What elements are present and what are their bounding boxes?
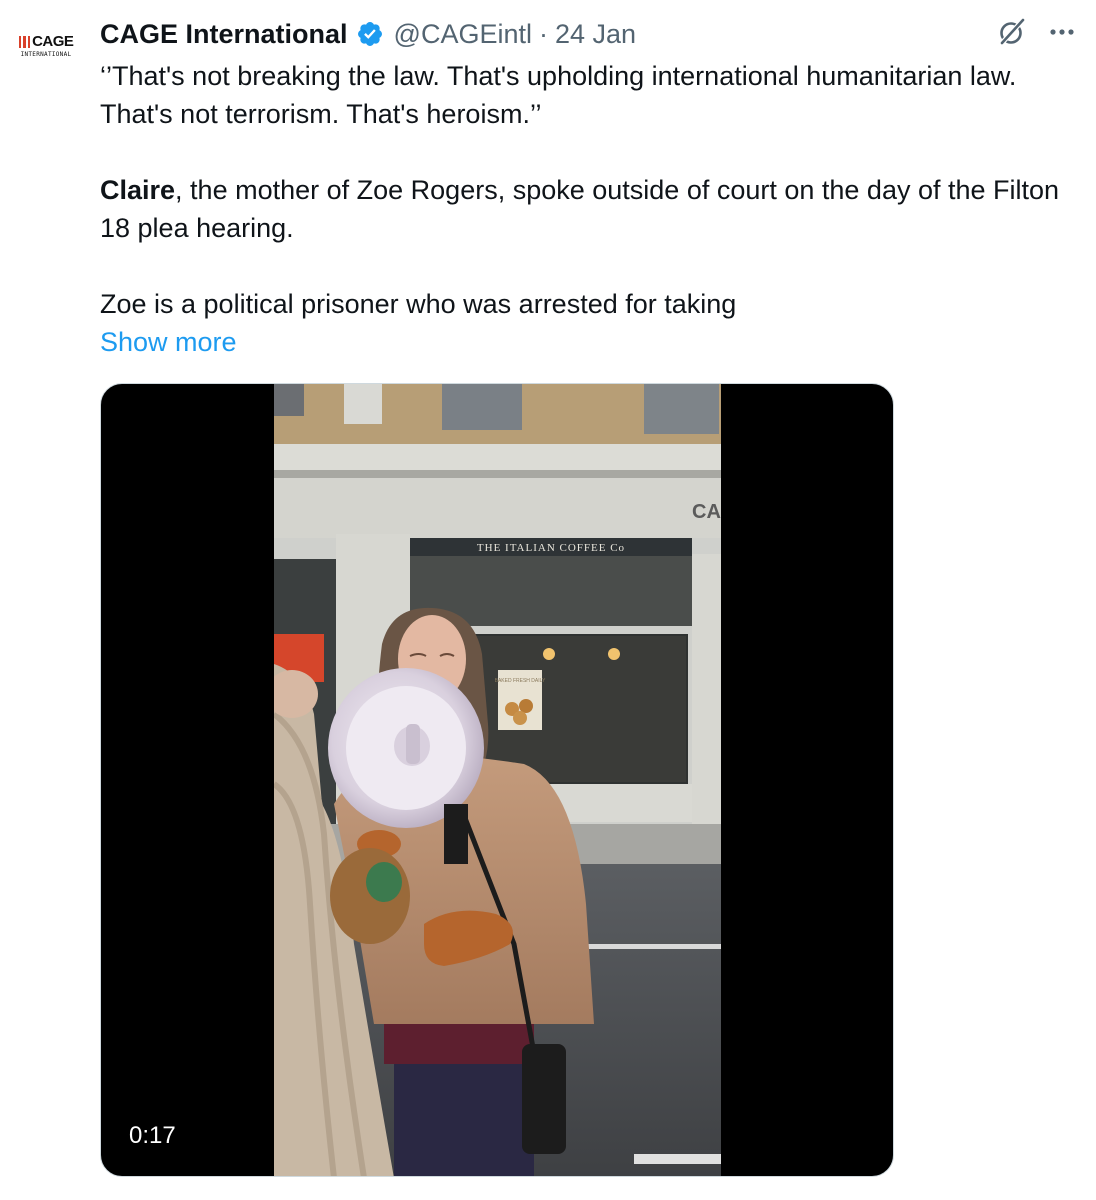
truncated-paragraph: Zoe is a political prisoner who was arre… (100, 289, 737, 319)
video-still: CA THE ITALIAN COFFEE Co BAKED FRESH DAI… (274, 384, 721, 1176)
video-duration: 0:17 (129, 1122, 176, 1149)
tweet-actions (996, 16, 1078, 48)
description-paragraph: Claire, the mother of Zoe Rogers, spoke … (100, 171, 1080, 247)
poster-text: BAKED FRESH DAILY (495, 678, 546, 684)
storefront-partial-text: CA (692, 501, 721, 523)
more-horizontal-icon[interactable] (1046, 16, 1078, 48)
timestamp-date[interactable]: 24 Jan (555, 19, 636, 50)
logo-wordmark: CAGE (32, 32, 74, 50)
tweet-header: CAGE International @CAGEintl · 24 Jan (100, 14, 636, 54)
tweet-text: ‘’That's not breaking the law. That's up… (100, 57, 1080, 361)
handle[interactable]: @CAGEintl (394, 19, 532, 50)
avatar[interactable]: CAGE INTERNATIONAL (12, 12, 80, 80)
tweet[interactable]: CAGE INTERNATIONAL CAGE International @C… (0, 0, 1096, 1200)
separator: · (538, 18, 548, 49)
video-player[interactable]: CA THE ITALIAN COFFEE Co BAKED FRESH DAI… (100, 383, 894, 1177)
video-frame[interactable]: CA THE ITALIAN COFFEE Co BAKED FRESH DAI… (274, 384, 721, 1176)
grok-icon[interactable] (996, 16, 1028, 48)
show-more-link[interactable]: Show more (100, 323, 237, 361)
logo-subtitle: INTERNATIONAL (20, 50, 72, 58)
cage-logo: CAGE (18, 32, 74, 50)
logo-bars-icon (18, 35, 31, 48)
display-name[interactable]: CAGE International (100, 19, 348, 50)
bold-name: Claire (100, 175, 176, 205)
description-rest: , the mother of Zoe Rogers, spoke outsid… (100, 175, 1060, 243)
quote-paragraph: ‘’That's not breaking the law. That's up… (100, 61, 1017, 129)
storefront-sign: THE ITALIAN COFFEE Co (477, 542, 625, 554)
verified-badge-icon[interactable] (356, 20, 384, 48)
